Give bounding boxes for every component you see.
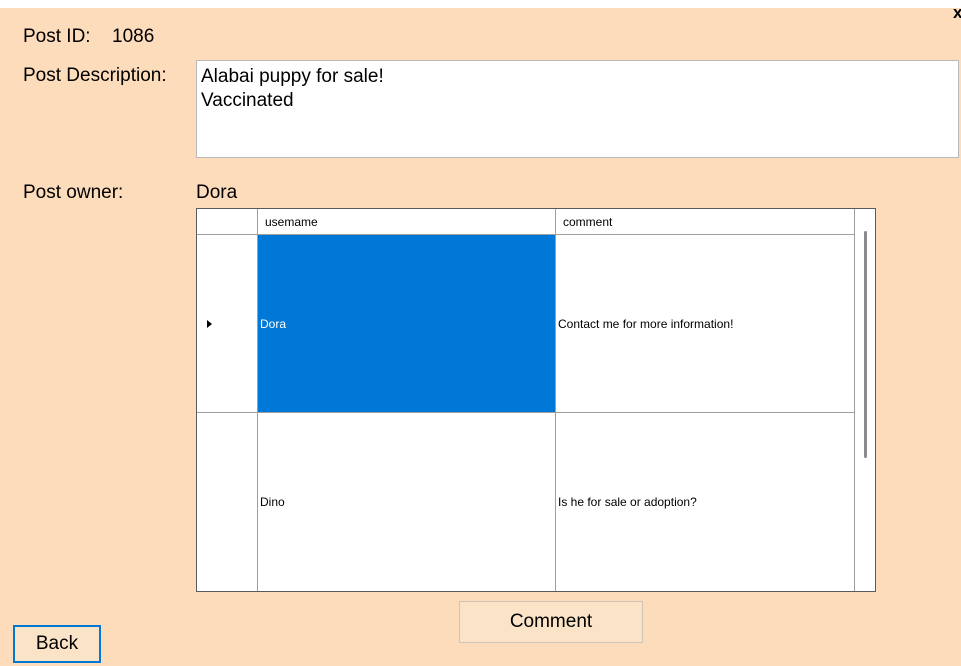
cell-text: Dino [260, 495, 285, 509]
post-id-label: Post ID: [23, 26, 91, 47]
post-owner-value: Dora [196, 182, 238, 203]
table-cell-username[interactable]: Dora [258, 235, 556, 413]
current-row-arrow-icon [207, 320, 212, 328]
column-header-comment[interactable]: comment [556, 209, 855, 235]
post-owner-label: Post owner: [23, 182, 124, 203]
column-header-username[interactable]: usemame [258, 209, 556, 235]
comments-grid[interactable]: usemame comment Dora Contact me for more… [196, 208, 876, 592]
description-line-2: Vaccinated [201, 90, 294, 111]
cell-text: Dora [260, 316, 287, 331]
close-icon[interactable]: x [953, 3, 961, 23]
cell-text: Is he for sale or adoption? [558, 495, 697, 509]
post-id-value: 1086 [112, 26, 155, 47]
scrollbar-thumb[interactable] [864, 231, 867, 458]
table-cell-comment[interactable]: Is he for sale or adoption? [556, 413, 855, 591]
description-line-1: Alabai puppy for sale! [201, 66, 384, 87]
post-description-field[interactable]: Alabai puppy for sale! Vaccinated [196, 60, 959, 158]
back-button[interactable]: Back [13, 625, 101, 663]
row-header-corner [197, 209, 258, 235]
vertical-scrollbar[interactable] [857, 209, 875, 591]
table-cell-username[interactable]: Dino [258, 413, 556, 591]
row-header[interactable] [197, 235, 258, 413]
comment-button[interactable]: Comment [459, 601, 643, 643]
cell-text: Contact me for more information! [558, 316, 734, 331]
table-cell-comment[interactable]: Contact me for more information! [556, 235, 855, 413]
post-description-label: Post Description: [23, 65, 167, 86]
row-header[interactable] [197, 413, 258, 591]
